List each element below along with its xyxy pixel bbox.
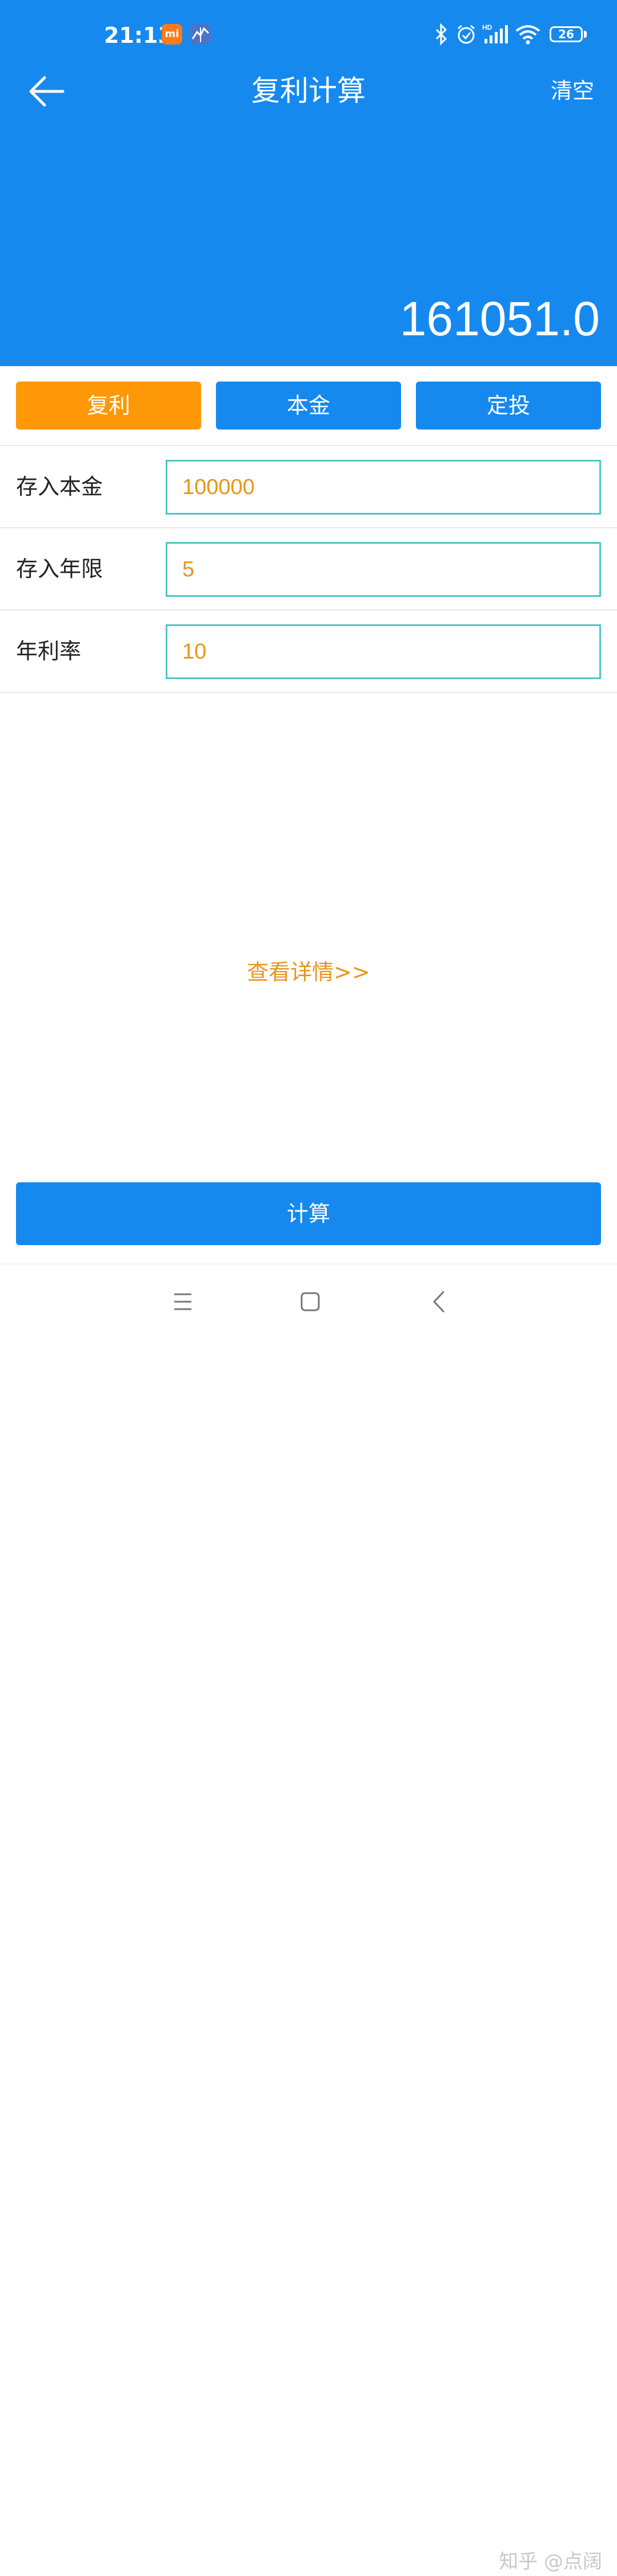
home-icon — [301, 1292, 320, 1311]
principal-input[interactable] — [166, 460, 601, 515]
nav-menu-button[interactable] — [157, 1277, 209, 1329]
watermark: 知乎 @点阔 — [499, 2550, 602, 2573]
battery-tip — [584, 31, 587, 38]
arrow-left-icon — [29, 76, 65, 107]
hd-signal-icon: HD — [482, 23, 508, 46]
rate-row: 年利率 — [0, 611, 617, 692]
rate-label: 年利率 — [16, 639, 82, 664]
result-value: 161051.0 — [399, 292, 600, 346]
header: 21:13 mi HD 26 复利计算 清空 161051.0 — [0, 0, 617, 366]
years-row: 存入年限 — [0, 528, 617, 609]
mode-tabs: 复利 本金 定投 — [16, 382, 601, 430]
view-details-link[interactable]: 查看详情>> — [0, 955, 617, 989]
years-label: 存入年限 — [16, 556, 103, 581]
divider — [0, 692, 617, 693]
tab-principal[interactable]: 本金 — [216, 382, 401, 430]
alarm-icon — [455, 23, 478, 46]
rate-input[interactable] — [166, 624, 601, 679]
battery-icon: 26 — [550, 26, 583, 42]
status-bar: 21:13 mi HD 26 — [0, 0, 617, 69]
wifi-icon — [514, 23, 542, 46]
principal-label: 存入本金 — [16, 474, 103, 499]
years-input[interactable] — [166, 542, 601, 597]
navigation-bar: 知乎 @点阔 — [0, 1263, 617, 2573]
back-icon — [433, 1291, 444, 1313]
principal-row: 存入本金 — [0, 446, 617, 527]
bluetooth-icon — [433, 23, 449, 46]
chart-app-icon — [190, 24, 211, 45]
nav-back-button[interactable] — [414, 1277, 465, 1329]
svg-text:HD: HD — [482, 23, 492, 31]
clear-button[interactable]: 清空 — [551, 75, 594, 106]
calculate-button[interactable]: 计算 — [16, 1182, 601, 1245]
tab-compound[interactable]: 复利 — [16, 382, 201, 430]
tab-fixed-investment[interactable]: 定投 — [416, 382, 601, 430]
back-button[interactable] — [23, 67, 74, 119]
page-title: 复利计算 — [251, 74, 366, 107]
mi-app-icon: mi — [162, 24, 182, 45]
nav-home-button[interactable] — [285, 1277, 336, 1329]
menu-icon — [174, 1293, 191, 1310]
